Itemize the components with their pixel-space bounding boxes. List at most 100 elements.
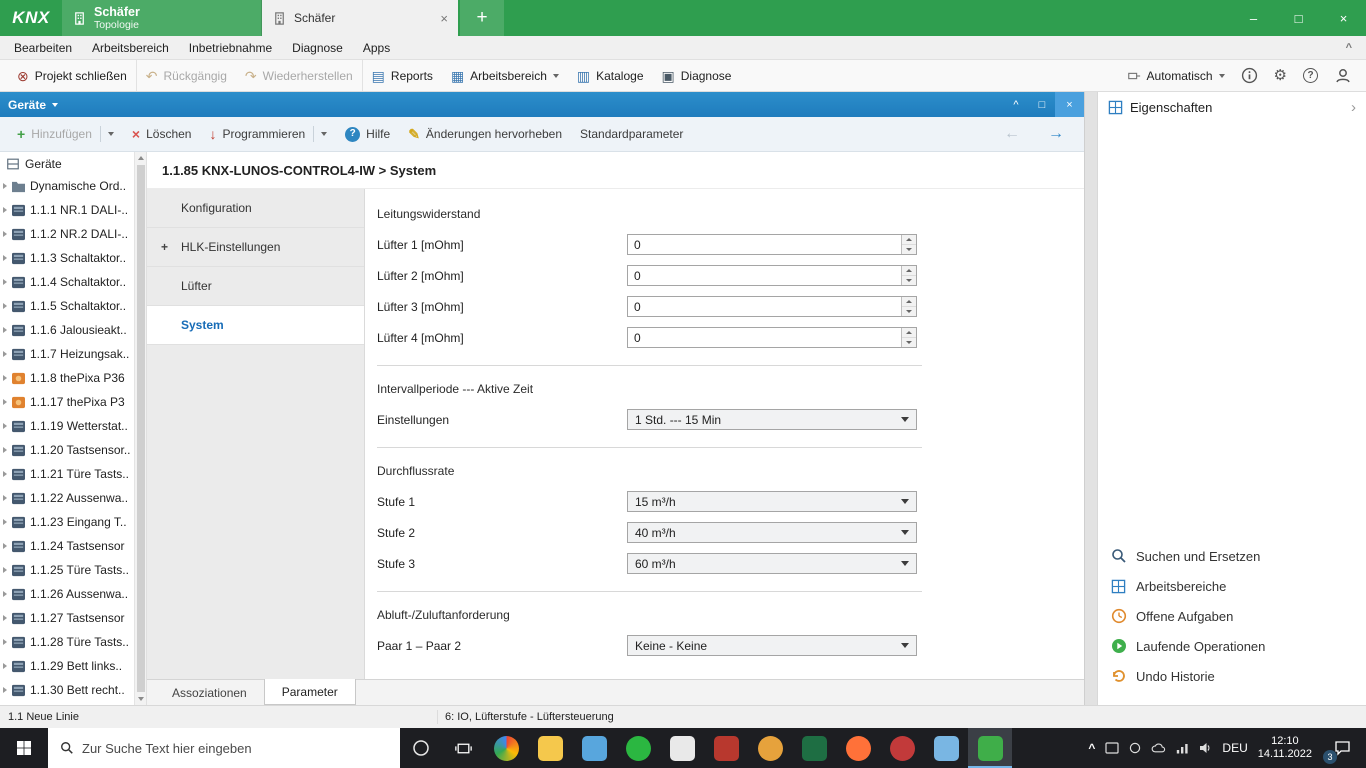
sidebar-shortcut[interactable]: Offene Aufgaben <box>1098 601 1366 631</box>
expand-arrow-icon[interactable] <box>3 591 7 597</box>
toolbar-button[interactable]: ↷ Wiederherstellen <box>236 60 362 91</box>
taskbar-app[interactable] <box>924 728 968 768</box>
expand-arrow-icon[interactable] <box>3 687 7 693</box>
tree-item[interactable]: 1.1.30 Bett recht.. <box>0 678 133 702</box>
taskbar-app[interactable] <box>792 728 836 768</box>
tree-item[interactable]: 1.1.21 Türe Tasts.. <box>0 462 133 486</box>
expand-arrow-icon[interactable] <box>3 375 7 381</box>
tree-item[interactable]: 1.1.17 thePixa P3 <box>0 390 133 414</box>
tree-item[interactable]: 1.1.28 Türe Tasts.. <box>0 630 133 654</box>
menu-item[interactable]: Apps <box>353 36 400 60</box>
taskbar-app[interactable] <box>880 728 924 768</box>
taskbar-clock[interactable]: 12:10 14.11.2022 <box>1258 735 1312 761</box>
tree-item[interactable]: 1.1.26 Aussenwa.. <box>0 582 133 606</box>
dropdown-select[interactable]: 15 m³/h <box>627 491 917 512</box>
taskbar-app[interactable] <box>748 728 792 768</box>
taskbar-app[interactable] <box>484 728 528 768</box>
menu-item[interactable]: Arbeitsbereich <box>82 36 179 60</box>
scroll-down-icon[interactable] <box>135 693 146 705</box>
panel-toolbar-button[interactable]: Standardparameter <box>571 117 692 151</box>
tree-scrollbar[interactable] <box>134 152 146 705</box>
expand-arrow-icon[interactable] <box>3 615 7 621</box>
user-account-icon[interactable] <box>1334 67 1352 85</box>
bluetooth-icon[interactable] <box>1129 742 1141 754</box>
tree-item[interactable]: 1.1.5 Schaltaktor.. <box>0 294 133 318</box>
dropdown-select[interactable]: Keine - Keine <box>627 635 917 656</box>
expand-plus-icon[interactable] <box>161 240 168 254</box>
sidebar-shortcut[interactable]: Suchen und Ersetzen <box>1098 541 1366 571</box>
toolbar-button[interactable]: ▣ Diagnose <box>653 60 741 91</box>
bottom-tab[interactable]: Assoziationen <box>155 680 264 706</box>
expand-arrow-icon[interactable] <box>3 207 7 213</box>
help-icon[interactable]: ? <box>1303 68 1318 83</box>
tree-item[interactable]: 1.1.6 Jalousieakt.. <box>0 318 133 342</box>
taskbar-app[interactable] <box>616 728 660 768</box>
spin-up-icon[interactable] <box>902 297 916 307</box>
collapse-ribbon-icon[interactable]: ^ <box>1346 42 1366 54</box>
spinner-buttons[interactable] <box>901 235 916 254</box>
expand-arrow-icon[interactable] <box>3 639 7 645</box>
tree-item[interactable]: 1.1.25 Türe Tasts.. <box>0 558 133 582</box>
spin-up-icon[interactable] <box>902 266 916 276</box>
scrollbar-thumb[interactable] <box>137 165 145 692</box>
spin-up-icon[interactable] <box>902 235 916 245</box>
expand-arrow-icon[interactable] <box>3 423 7 429</box>
caret-down-icon[interactable] <box>313 126 327 142</box>
back-arrow-icon[interactable]: ← <box>1004 125 1020 143</box>
taskbar-app[interactable] <box>836 728 880 768</box>
tree-item[interactable]: 1.1.8 thePixa P36 <box>0 366 133 390</box>
network-icon[interactable] <box>1176 743 1189 754</box>
expand-arrow-icon[interactable] <box>3 351 7 357</box>
spin-down-icon[interactable] <box>902 276 916 285</box>
taskbar-search[interactable] <box>48 728 400 768</box>
number-input[interactable]: 0 <box>627 265 917 286</box>
maximize-button[interactable]: □ <box>1276 0 1321 36</box>
close-button[interactable]: × <box>1321 0 1366 36</box>
search-input[interactable] <box>82 741 372 756</box>
panel-collapse-icon[interactable]: ^ <box>1003 92 1029 117</box>
toolbar-button[interactable]: ▤ Reports <box>362 60 442 91</box>
tree-item[interactable]: 1.1.1 NR.1 DALI-.. <box>0 198 133 222</box>
info-icon[interactable] <box>1241 67 1258 84</box>
number-input[interactable]: 0 <box>627 327 917 348</box>
spin-up-icon[interactable] <box>902 328 916 338</box>
dropdown-select[interactable]: 1 Std. --- 15 Min <box>627 409 917 430</box>
connection-mode-select[interactable]: Automatisch <box>1127 69 1225 83</box>
caret-down-icon[interactable] <box>52 103 58 107</box>
number-input[interactable]: 0 <box>627 296 917 317</box>
expand-arrow-icon[interactable] <box>3 255 7 261</box>
taskbar-app[interactable] <box>968 728 1012 768</box>
task-view-button[interactable] <box>442 728 484 768</box>
tree-item[interactable]: 1.1.4 Schaltaktor.. <box>0 270 133 294</box>
panel-toolbar-button[interactable]: ✎ Änderungen hervorheben <box>399 117 571 151</box>
expand-arrow-icon[interactable] <box>3 279 7 285</box>
spin-down-icon[interactable] <box>902 245 916 254</box>
chevron-right-icon[interactable]: › <box>1351 99 1356 116</box>
forward-arrow-icon[interactable]: → <box>1048 125 1064 143</box>
tab-schaefer[interactable]: Schäfer × <box>262 0 458 36</box>
dropdown-select[interactable]: 60 m³/h <box>627 553 917 574</box>
new-tab-button[interactable]: + <box>460 0 504 36</box>
tree-item[interactable]: 1.1.23 Eingang T.. <box>0 510 133 534</box>
expand-arrow-icon[interactable] <box>3 543 7 549</box>
spinner-buttons[interactable] <box>901 328 916 347</box>
tab-close-icon[interactable]: × <box>440 11 448 26</box>
taskbar-app[interactable] <box>660 728 704 768</box>
taskbar-app[interactable] <box>704 728 748 768</box>
sidebar-shortcut[interactable]: Undo Historie <box>1098 661 1366 691</box>
panel-toolbar-button[interactable]: × Löschen <box>123 117 201 151</box>
cloud-icon[interactable] <box>1151 742 1166 754</box>
scroll-up-icon[interactable] <box>135 152 146 164</box>
subnav-item[interactable]: HLK-Einstellungen <box>147 228 364 267</box>
spinner-buttons[interactable] <box>901 297 916 316</box>
expand-arrow-icon[interactable] <box>3 567 7 573</box>
caret-down-icon[interactable] <box>100 126 114 142</box>
sidebar-shortcut[interactable]: Laufende Operationen <box>1098 631 1366 661</box>
subnav-item[interactable]: Lüfter <box>147 267 364 306</box>
panel-toolbar-button[interactable]: ? Hilfe <box>336 117 399 151</box>
action-center-button[interactable]: 3 <box>1322 728 1362 768</box>
panel-close-icon[interactable]: × <box>1055 92 1084 117</box>
panel-title[interactable]: Geräte <box>8 98 46 112</box>
tray-expand-icon[interactable]: ^ <box>1088 741 1095 755</box>
cortana-button[interactable] <box>400 728 442 768</box>
